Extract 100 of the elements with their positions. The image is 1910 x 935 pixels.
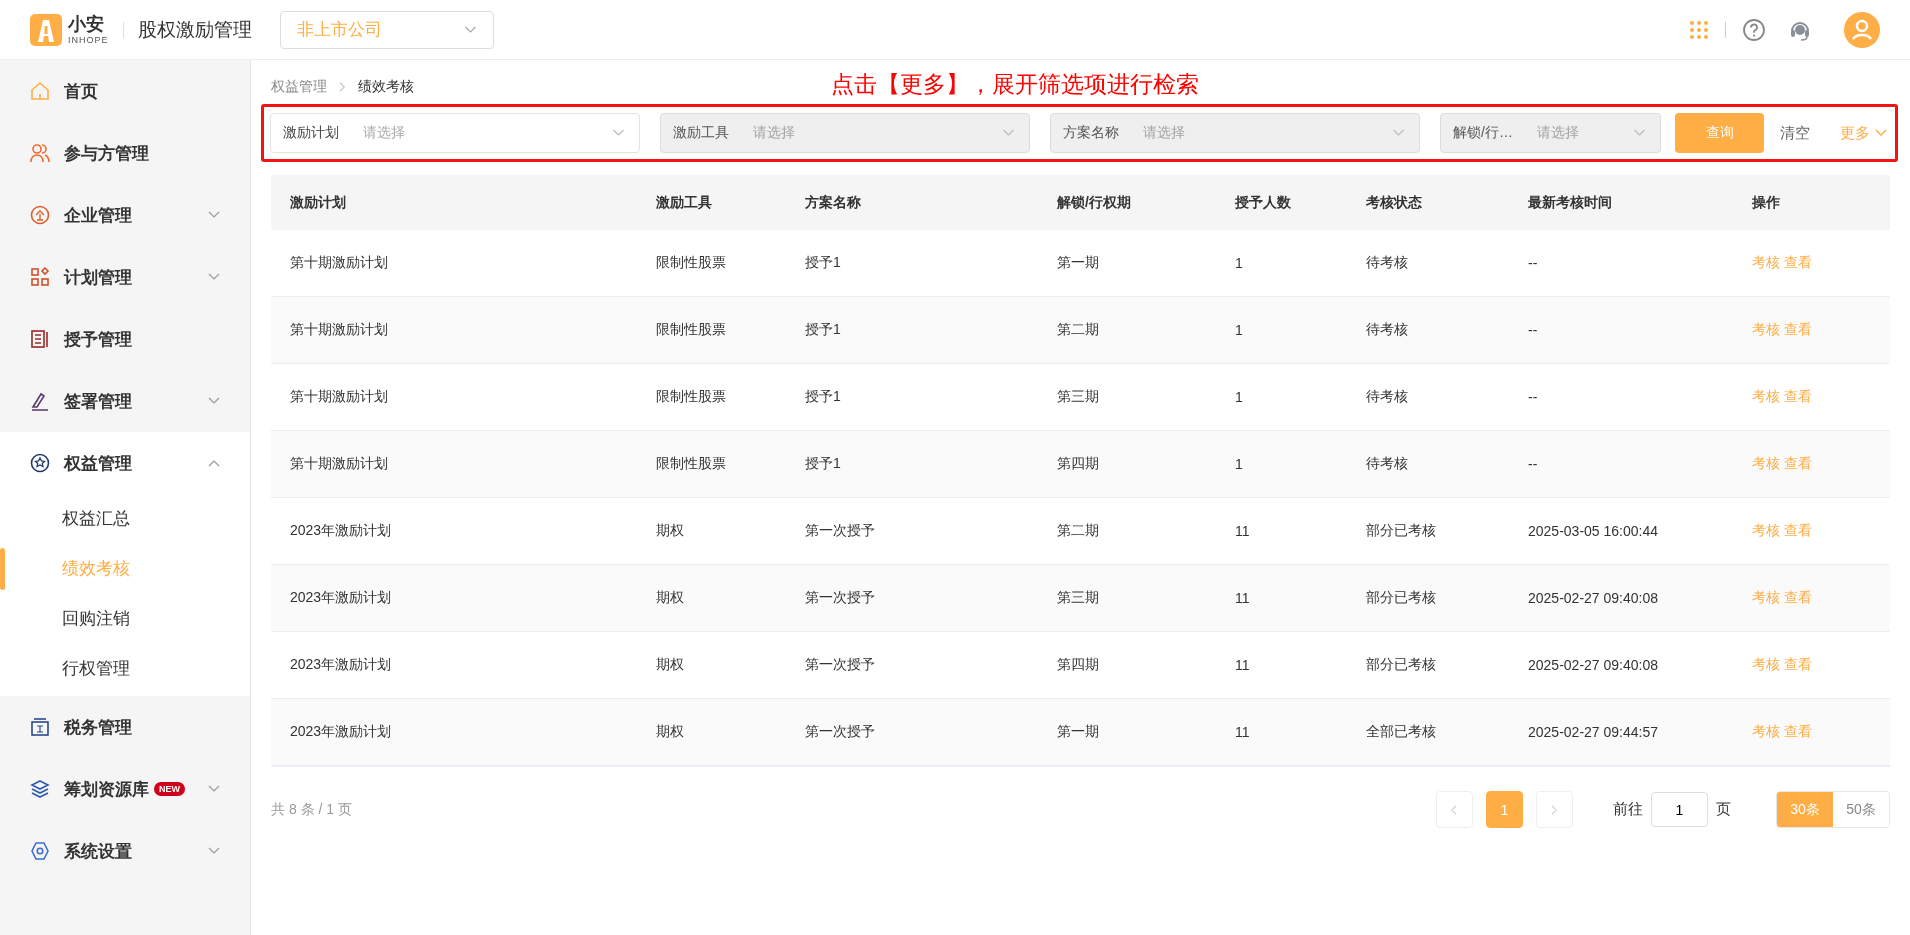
app-title: 股权激励管理 [137,17,252,42]
avatar-icon[interactable] [1844,11,1880,48]
table-cell-text: 授予1 [804,321,842,339]
company-select[interactable]: 非上市公司 [279,10,494,49]
breadcrumb-item: 绩效考核 [358,78,414,96]
previous-page-button[interactable] [1436,791,1473,828]
column-header: 激励工具 [655,193,713,212]
action-link[interactable]: 查看 [1784,455,1812,473]
table-cell-text: 第一次授予 [804,656,876,674]
action-link[interactable]: 考核 [1752,254,1780,272]
action-link[interactable]: 考核 [1752,656,1780,674]
action-link[interactable]: 查看 [1784,321,1812,339]
chevron-down-icon [1392,129,1405,137]
table-cell-text: 1 [1234,389,1244,405]
table-cell-text: 授予1 [804,254,842,272]
column-header: 激励计划 [289,193,347,212]
breadcrumb-item[interactable]: 权益管理 [271,78,327,96]
help-icon[interactable] [1742,17,1766,42]
action-link[interactable]: 查看 [1784,388,1812,406]
sidebar-item[interactable]: 权益管理 [0,432,250,494]
action-link[interactable]: 考核 [1752,455,1780,473]
table-cell-text: 11 [1234,523,1251,539]
table-cell-text: 待考核 [1365,388,1409,406]
apps-grid-icon[interactable] [1689,19,1709,40]
table-cell-text: 第三期 [1056,589,1100,607]
table-cell-text: 2023年激励计划 [289,589,393,607]
submenu-item[interactable]: 回购注销 [0,594,250,644]
table-cell-text: 授予1 [804,455,842,473]
table-cell-text: 11 [1234,590,1251,606]
table-cell-text: 待考核 [1365,321,1409,339]
chevron-left-icon [1451,803,1458,816]
goto-unit: 页 [1716,800,1731,819]
chevron-up-icon [208,459,220,467]
chevron-down-icon [1633,129,1646,137]
table-cell-text: 期权 [655,589,685,607]
table-cell-text: 部分已考核 [1365,656,1437,674]
logo-name: 小安 [68,14,105,33]
table-cell-text: 第二期 [1056,321,1100,339]
action-link[interactable]: 考核 [1752,723,1780,741]
new-badge: NEW [154,782,185,796]
table-cell-text: 期权 [655,656,685,674]
sidebar-item[interactable]: 税务管理 [0,696,250,758]
table-cell-text: 期权 [655,723,685,741]
table-cell-text: -- [1527,322,1539,338]
enterprise-icon [30,205,50,225]
action-link[interactable]: 考核 [1752,589,1780,607]
home-icon [30,81,50,101]
pagination-summary: 共 8 条 / 1 页 [271,800,352,819]
query-button[interactable]: 查询 [1675,113,1764,153]
chevron-right-icon [1551,803,1558,816]
people-icon [30,143,50,163]
action-link[interactable]: 查看 [1784,254,1812,272]
table-cell-text: 第一期 [1056,254,1100,272]
action-link[interactable]: 考核 [1752,522,1780,540]
table-cell-text: 第一次授予 [804,723,876,741]
submenu-item[interactable]: 权益汇总 [0,494,250,544]
page-size-button[interactable]: 30条 [1777,792,1833,827]
document-icon [30,329,50,349]
table-cell-text: 第一次授予 [804,589,876,607]
annotation-text: 点击【更多】，展开筛选项进行检索 [831,70,1199,99]
page-button[interactable]: 1 [1486,791,1523,828]
table-cell-text: 第二期 [1056,522,1100,540]
submenu-item[interactable]: 行权管理 [0,644,250,694]
action-link[interactable]: 考核 [1752,321,1780,339]
sidebar-item[interactable]: 签署管理 [0,370,250,432]
pen-icon [30,391,50,411]
chevron-down-icon [463,25,477,34]
filter-select[interactable]: 激励计划 请选择 [270,113,640,153]
table-cell-text: 第十期激励计划 [289,254,389,272]
chevron-down-icon [1875,129,1887,137]
page-input[interactable]: 1 [1651,792,1708,827]
action-link[interactable]: 查看 [1784,522,1812,540]
table-cell-text: 第十期激励计划 [289,455,389,473]
logo-icon [30,13,62,46]
action-link[interactable]: 查看 [1784,656,1812,674]
tax-icon [30,717,50,737]
more-button[interactable]: 更多 [1840,123,1887,143]
table-cell-text: 第三期 [1056,388,1100,406]
clear-button[interactable]: 清空 [1780,123,1810,143]
table-cell-text: 1 [1234,456,1244,472]
table-cell-text: 2025-02-27 09:44:57 [1527,724,1659,740]
sidebar-item[interactable]: 参与方管理 [0,122,250,184]
sidebar-item[interactable]: 首页 [0,60,250,122]
sidebar-item[interactable]: 企业管理 [0,184,250,246]
table-cell-text: 2025-02-27 09:40:08 [1527,590,1659,606]
action-link[interactable]: 查看 [1784,723,1812,741]
submenu-item[interactable]: 绩效考核 [0,544,250,594]
sidebar-item[interactable]: 计划管理 [0,246,250,308]
sidebar-item[interactable]: 授予管理 [0,308,250,370]
sidebar-item[interactable]: 筹划资源库 NEW [0,758,250,820]
action-link[interactable]: 考核 [1752,388,1780,406]
table-cell-text: 1 [1234,322,1244,338]
table-cell-text: 2023年激励计划 [289,723,393,741]
next-page-button[interactable] [1536,791,1573,828]
column-header: 授予人数 [1234,193,1292,212]
layers-icon [30,779,50,799]
table-cell-text: 第一期 [1056,723,1100,741]
sidebar-item[interactable]: 系统设置 [0,820,250,882]
action-link[interactable]: 查看 [1784,589,1812,607]
table-cell-text: 待考核 [1365,254,1409,272]
